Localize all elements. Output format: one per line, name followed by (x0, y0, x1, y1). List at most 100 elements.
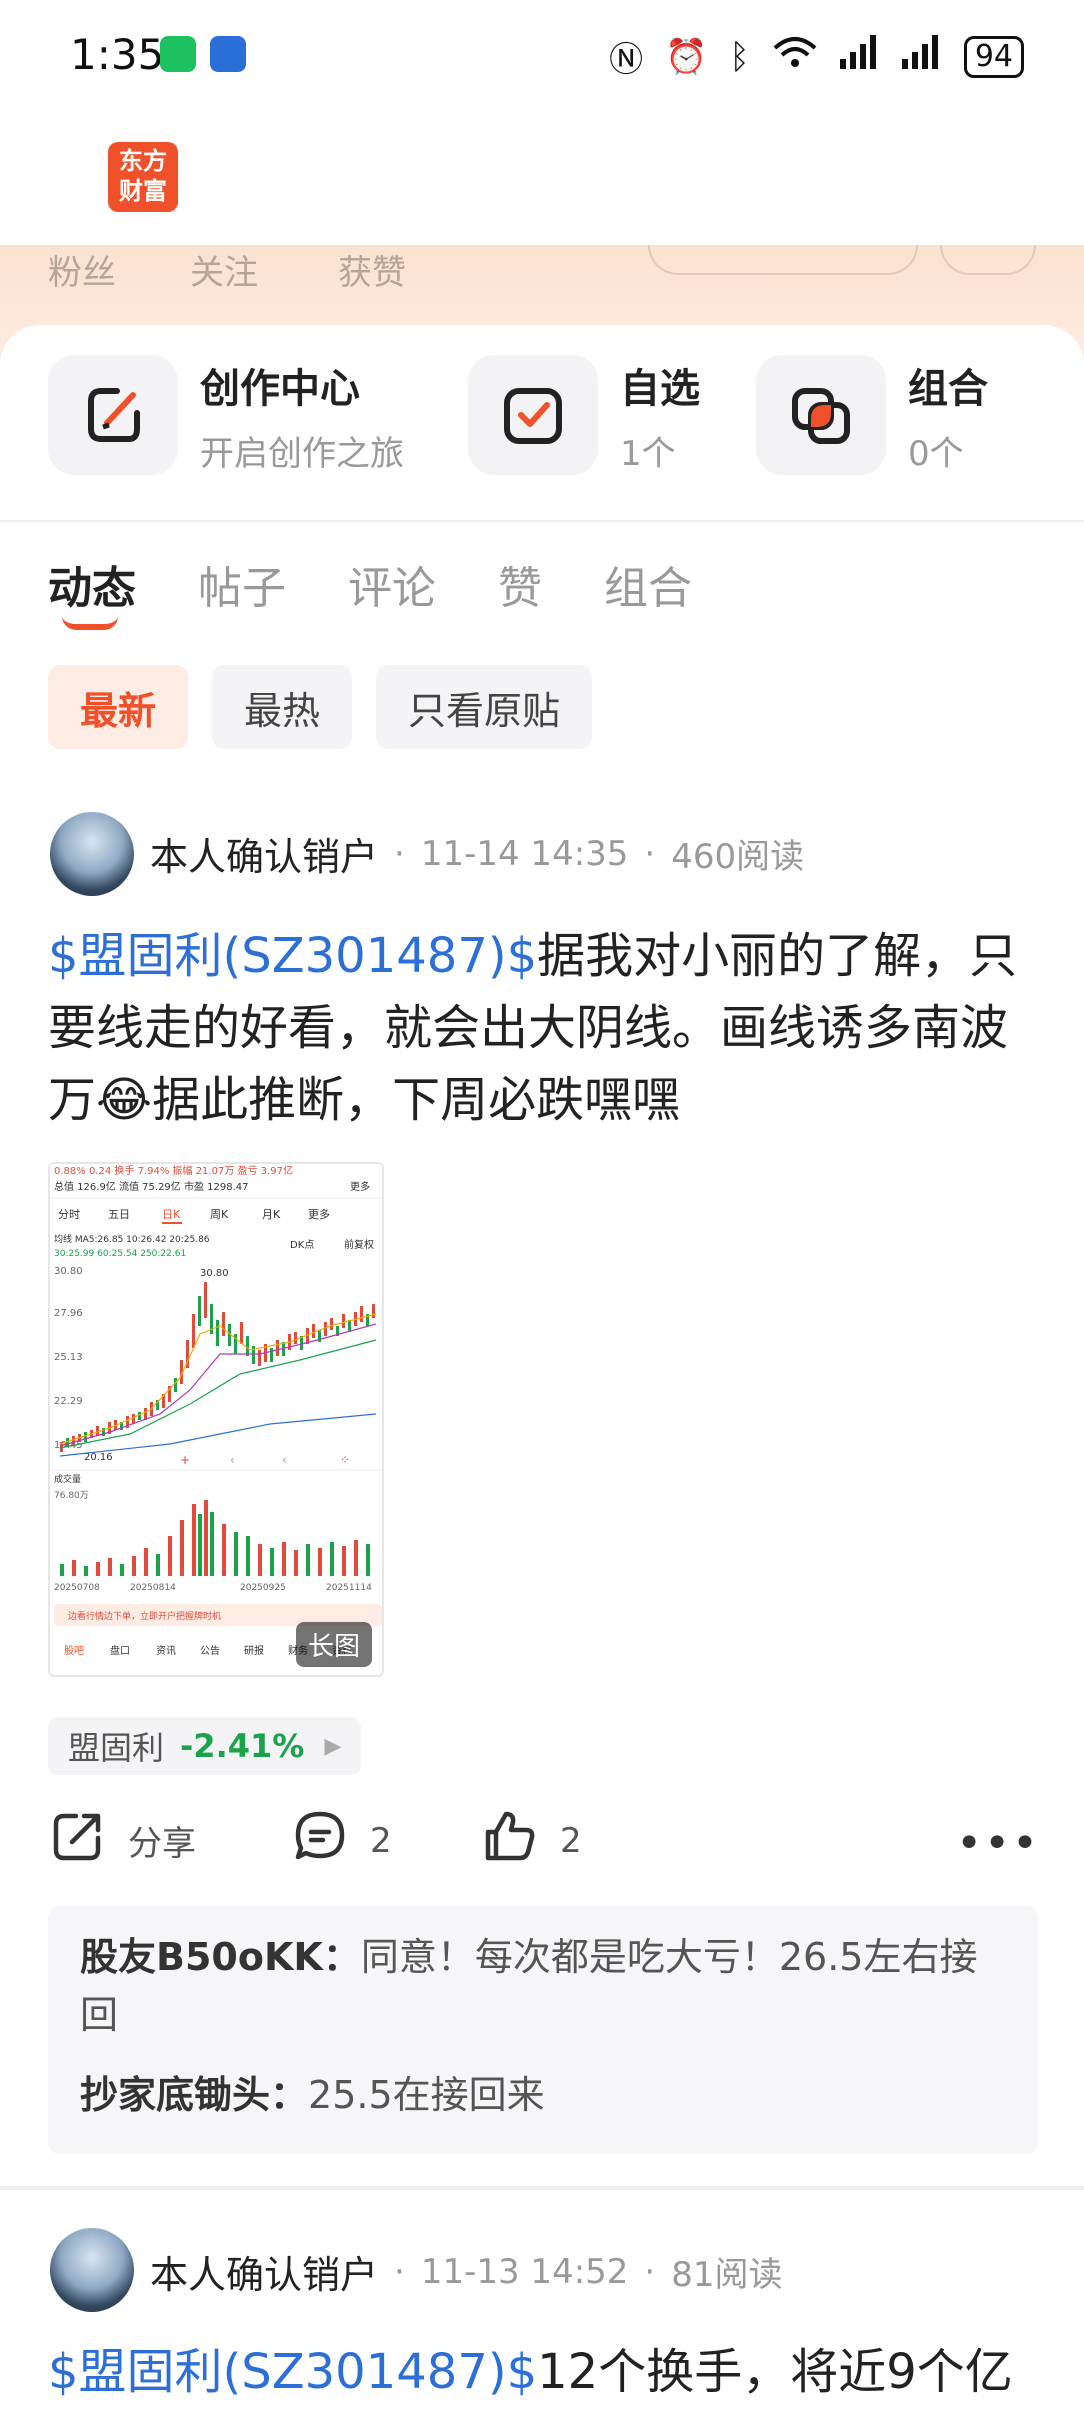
post-reads: 81阅读 (671, 2255, 783, 2295)
checkbox-icon (468, 355, 598, 475)
long-image-badge: 长图 (295, 1622, 372, 1667)
app-notification-icon (210, 36, 246, 72)
share-button[interactable]: 分享 (50, 1808, 196, 1873)
comment-count: 2 (370, 1820, 392, 1861)
thumb-quote-line: 0.88% 0.24 换手 7.94% 振幅 21.07万 盈亏 3.97亿 (54, 1164, 293, 1177)
comment-button[interactable]: 2 (292, 1808, 392, 1873)
post-author-row: 本人确认销户 · 11-14 14:35 · 460阅读 (150, 826, 804, 881)
thumb-nav: 公告 (200, 1644, 220, 1657)
wifi-icon (772, 34, 818, 79)
more-options-icon[interactable]: ••• (956, 1818, 1040, 1869)
post-content[interactable]: $盟固利(SZ301487)$12个换手，将近9个亿 (48, 2336, 1038, 2408)
stock-chip-name: 盟固利 (68, 1729, 165, 1767)
stock-link[interactable]: $盟固利(SZ301487)$ (48, 928, 537, 984)
status-icons: Ⓝ ⏰ ᛒ 94 (609, 32, 1024, 81)
thumb-period: 周K (210, 1208, 229, 1221)
post-content[interactable]: $盟固利(SZ301487)$据我对小丽的了解，只要线走的好看，就会出大阴线。画… (48, 920, 1038, 1136)
signal-icon-2 (901, 35, 942, 78)
thumb-banner: 边看行情边下单，立即开户把握牌时机 (68, 1610, 221, 1622)
likes-label[interactable]: 获赞 (338, 245, 406, 294)
avatar[interactable] (50, 2228, 134, 2312)
thumb-y-tick: 30.80 (54, 1266, 83, 1277)
portfolio-link[interactable]: 组合 0个 (756, 355, 988, 475)
thumb-low-label: 20.16 (84, 1452, 113, 1463)
filter-original-only[interactable]: 只看原贴 (376, 665, 593, 749)
svg-text:⁘: ⁘ (340, 1453, 350, 1467)
thumb-nav: 研报 (244, 1644, 264, 1657)
thumb-volume-label: 成交量 (54, 1473, 81, 1485)
watchlist-link[interactable]: 自选 1个 (468, 355, 700, 475)
post-meta-separator: · (644, 2251, 656, 2292)
thumb-volume-max: 76.80万 (54, 1491, 89, 1501)
thumb-period: 分时 (58, 1208, 80, 1221)
thumb-nav: 股吧 (64, 1645, 84, 1657)
post-actions: 分享 2 2 ••• (50, 1808, 1040, 1878)
thumb-y-tick: 27.96 (54, 1308, 83, 1319)
thumb-more: 更多 (350, 1180, 370, 1193)
comment-author[interactable]: 抄家底锄头： (80, 2073, 308, 2117)
wechat-icon (160, 36, 196, 72)
thumb-period: 五日 (108, 1208, 130, 1221)
portfolio-icon (756, 355, 886, 475)
app-logo[interactable]: 东方 财富 (108, 142, 178, 212)
author-name[interactable]: 本人确认销户 (150, 826, 378, 881)
status-time: 1:35 (70, 30, 165, 79)
thumb-dk: DK点 (290, 1239, 314, 1251)
nfc-icon: Ⓝ (609, 40, 644, 80)
avatar[interactable] (50, 812, 134, 896)
post-time: 11-14 14:35 (420, 833, 629, 874)
laughing-emoji-icon: 😂 (96, 1072, 153, 1128)
battery-indicator: 94 (963, 35, 1024, 78)
share-label: 分享 (128, 1824, 196, 1864)
filter-latest[interactable]: 最新 (48, 665, 189, 749)
comments-preview[interactable]: 股友B50oKK：同意！每次都是吃大亏！26.5左右接回 抄家底锄头：25.5在… (48, 1906, 1038, 2154)
comment-item: 抄家底锄头：25.5在接回来 (80, 2066, 1006, 2124)
status-bar: 1:35 Ⓝ ⏰ ᛒ 94 (0, 0, 1084, 110)
post-meta-separator: · (394, 2251, 405, 2292)
thumb-nav: 资讯 (156, 1645, 176, 1657)
thumbs-up-icon (482, 1808, 538, 1873)
post-reads: 460阅读 (671, 837, 805, 877)
stock-quote-chip[interactable]: 盟固利 -2.41% ▶ (48, 1717, 362, 1775)
like-button[interactable]: 2 (482, 1808, 582, 1873)
tab-indicator (62, 616, 118, 630)
signal-icon (839, 35, 880, 78)
tab-portfolio[interactable]: 组合 (604, 552, 692, 616)
comment-author[interactable]: 股友B50oKK： (80, 1935, 361, 1979)
thumb-fq: 前复权 (344, 1238, 374, 1251)
thumb-date: 20250708 (54, 1583, 100, 1593)
post-time: 11-13 14:52 (420, 2251, 629, 2292)
tab-comments[interactable]: 评论 (348, 552, 436, 616)
thumb-valuation-line: 总值 126.9亿 流值 75.29亿 市盈 1298.47 (54, 1180, 249, 1193)
thumb-period: 更多 (308, 1207, 330, 1221)
stock-chip-change: -2.41% (180, 1727, 305, 1765)
svg-text:‹: ‹ (230, 1453, 235, 1467)
chevron-right-icon: ▶ (324, 1733, 342, 1759)
tab-likes[interactable]: 赞 (498, 552, 542, 616)
thumb-candles (60, 1282, 375, 1452)
stock-link[interactable]: $盟固利(SZ301487)$ (48, 2344, 537, 2400)
filter-hot[interactable]: 最热 (212, 665, 353, 749)
tab-dynamics[interactable]: 动态 (48, 552, 136, 616)
thumb-ma-line1: 均线 MA5:26.85 10:26.42 20:25.86 (54, 1233, 210, 1245)
thumb-volume-bars (60, 1500, 370, 1576)
post-separator (0, 2186, 1084, 2190)
comment-item: 股友B50oKK：同意！每次都是吃大亏！26.5左右接回 (80, 1928, 1006, 2044)
creator-center-link[interactable]: 创作中心 开启创作之旅 (48, 355, 404, 475)
author-name[interactable]: 本人确认销户 (150, 2244, 378, 2299)
thumb-ma-line2: 30:25.99 60:25.54 250:22.61 (54, 1249, 186, 1259)
post-meta-separator: · (394, 833, 405, 874)
thumb-date: 20250814 (130, 1583, 176, 1593)
share-icon (50, 1808, 106, 1873)
tab-posts[interactable]: 帖子 (198, 552, 286, 616)
thumb-date: 20250925 (240, 1583, 286, 1593)
comment-icon (292, 1808, 348, 1873)
thumb-y-tick: 25.13 (54, 1352, 83, 1363)
thumb-period: 日K (162, 1208, 181, 1221)
alarm-icon: ⏰ (665, 36, 708, 77)
fans-label[interactable]: 粉丝 (48, 245, 116, 294)
thumb-date: 20251114 (326, 1583, 372, 1593)
post-image-chart-screenshot[interactable]: 0.88% 0.24 换手 7.94% 振幅 21.07万 盈亏 3.97亿 总… (48, 1162, 384, 1677)
post-author-row: 本人确认销户 · 11-13 14:52 · 81阅读 (150, 2244, 783, 2299)
follow-label[interactable]: 关注 (190, 245, 258, 294)
